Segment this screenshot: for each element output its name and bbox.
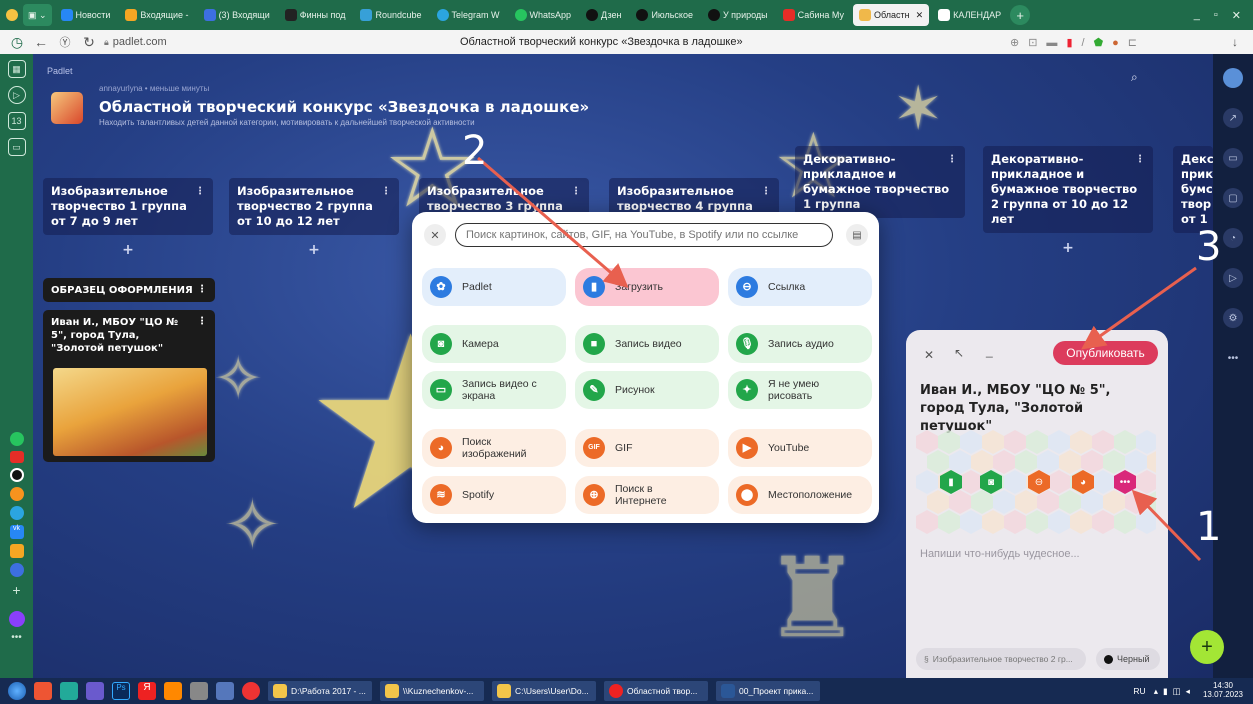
window-label: D:\Работа 2017 - ... xyxy=(291,686,366,696)
word-icon xyxy=(721,684,735,698)
windows-taskbar: Ps Я D:\Работа 2017 - ... \\Kuznechenkov… xyxy=(0,678,1253,704)
teams-icon[interactable] xyxy=(60,682,78,700)
clock[interactable]: 14:30 13.07.2023 xyxy=(1203,681,1243,701)
ccleaner-icon[interactable] xyxy=(34,682,52,700)
media-player-icon[interactable] xyxy=(164,682,182,700)
taskbar-window-5[interactable]: 00_Проект прика... xyxy=(716,681,820,701)
folder-icon xyxy=(497,684,511,698)
window-label: Областной твор... xyxy=(627,686,698,696)
clock-date: 13.07.2023 xyxy=(1202,690,1243,699)
arrow-1 xyxy=(1131,489,1202,562)
window-label: 00_Проект прика... xyxy=(739,686,814,696)
folder-icon xyxy=(385,684,399,698)
annotation-3: 3 xyxy=(1196,224,1222,270)
screenshot-icon[interactable] xyxy=(190,682,208,700)
tray-icons[interactable]: ▴▮◫◂ xyxy=(1154,681,1195,701)
taskbar-window-2[interactable]: \\Kuznechenkov-... xyxy=(380,681,484,701)
yandex-icon[interactable]: Я xyxy=(138,682,156,700)
taskbar-window-1[interactable]: D:\Работа 2017 - ... xyxy=(268,681,372,701)
annotation-arrows xyxy=(477,156,1202,562)
window-label: \\Kuznechenkov-... xyxy=(403,686,474,696)
window-label: C:\Users\User\Do... xyxy=(515,686,589,696)
start-button[interactable] xyxy=(8,682,26,700)
yandex-messenger-icon[interactable] xyxy=(86,682,104,700)
clock-time: 14:30 xyxy=(1212,681,1233,690)
yandex-browser-icon xyxy=(609,684,623,698)
folder-icon xyxy=(273,684,287,698)
language-indicator[interactable]: RU xyxy=(1133,681,1145,701)
taskbar-window-4[interactable]: Областной твор... xyxy=(604,681,708,701)
arrow-3 xyxy=(1081,266,1197,350)
keyboard-icon[interactable] xyxy=(216,682,234,700)
arrow-2 xyxy=(477,156,629,288)
app-icon[interactable] xyxy=(242,682,260,700)
taskbar-window-3[interactable]: C:\Users\User\Do... xyxy=(492,681,596,701)
photoshop-icon[interactable]: Ps xyxy=(112,682,130,700)
annotation-1: 1 xyxy=(1196,504,1222,550)
annotation-2: 2 xyxy=(462,128,488,174)
